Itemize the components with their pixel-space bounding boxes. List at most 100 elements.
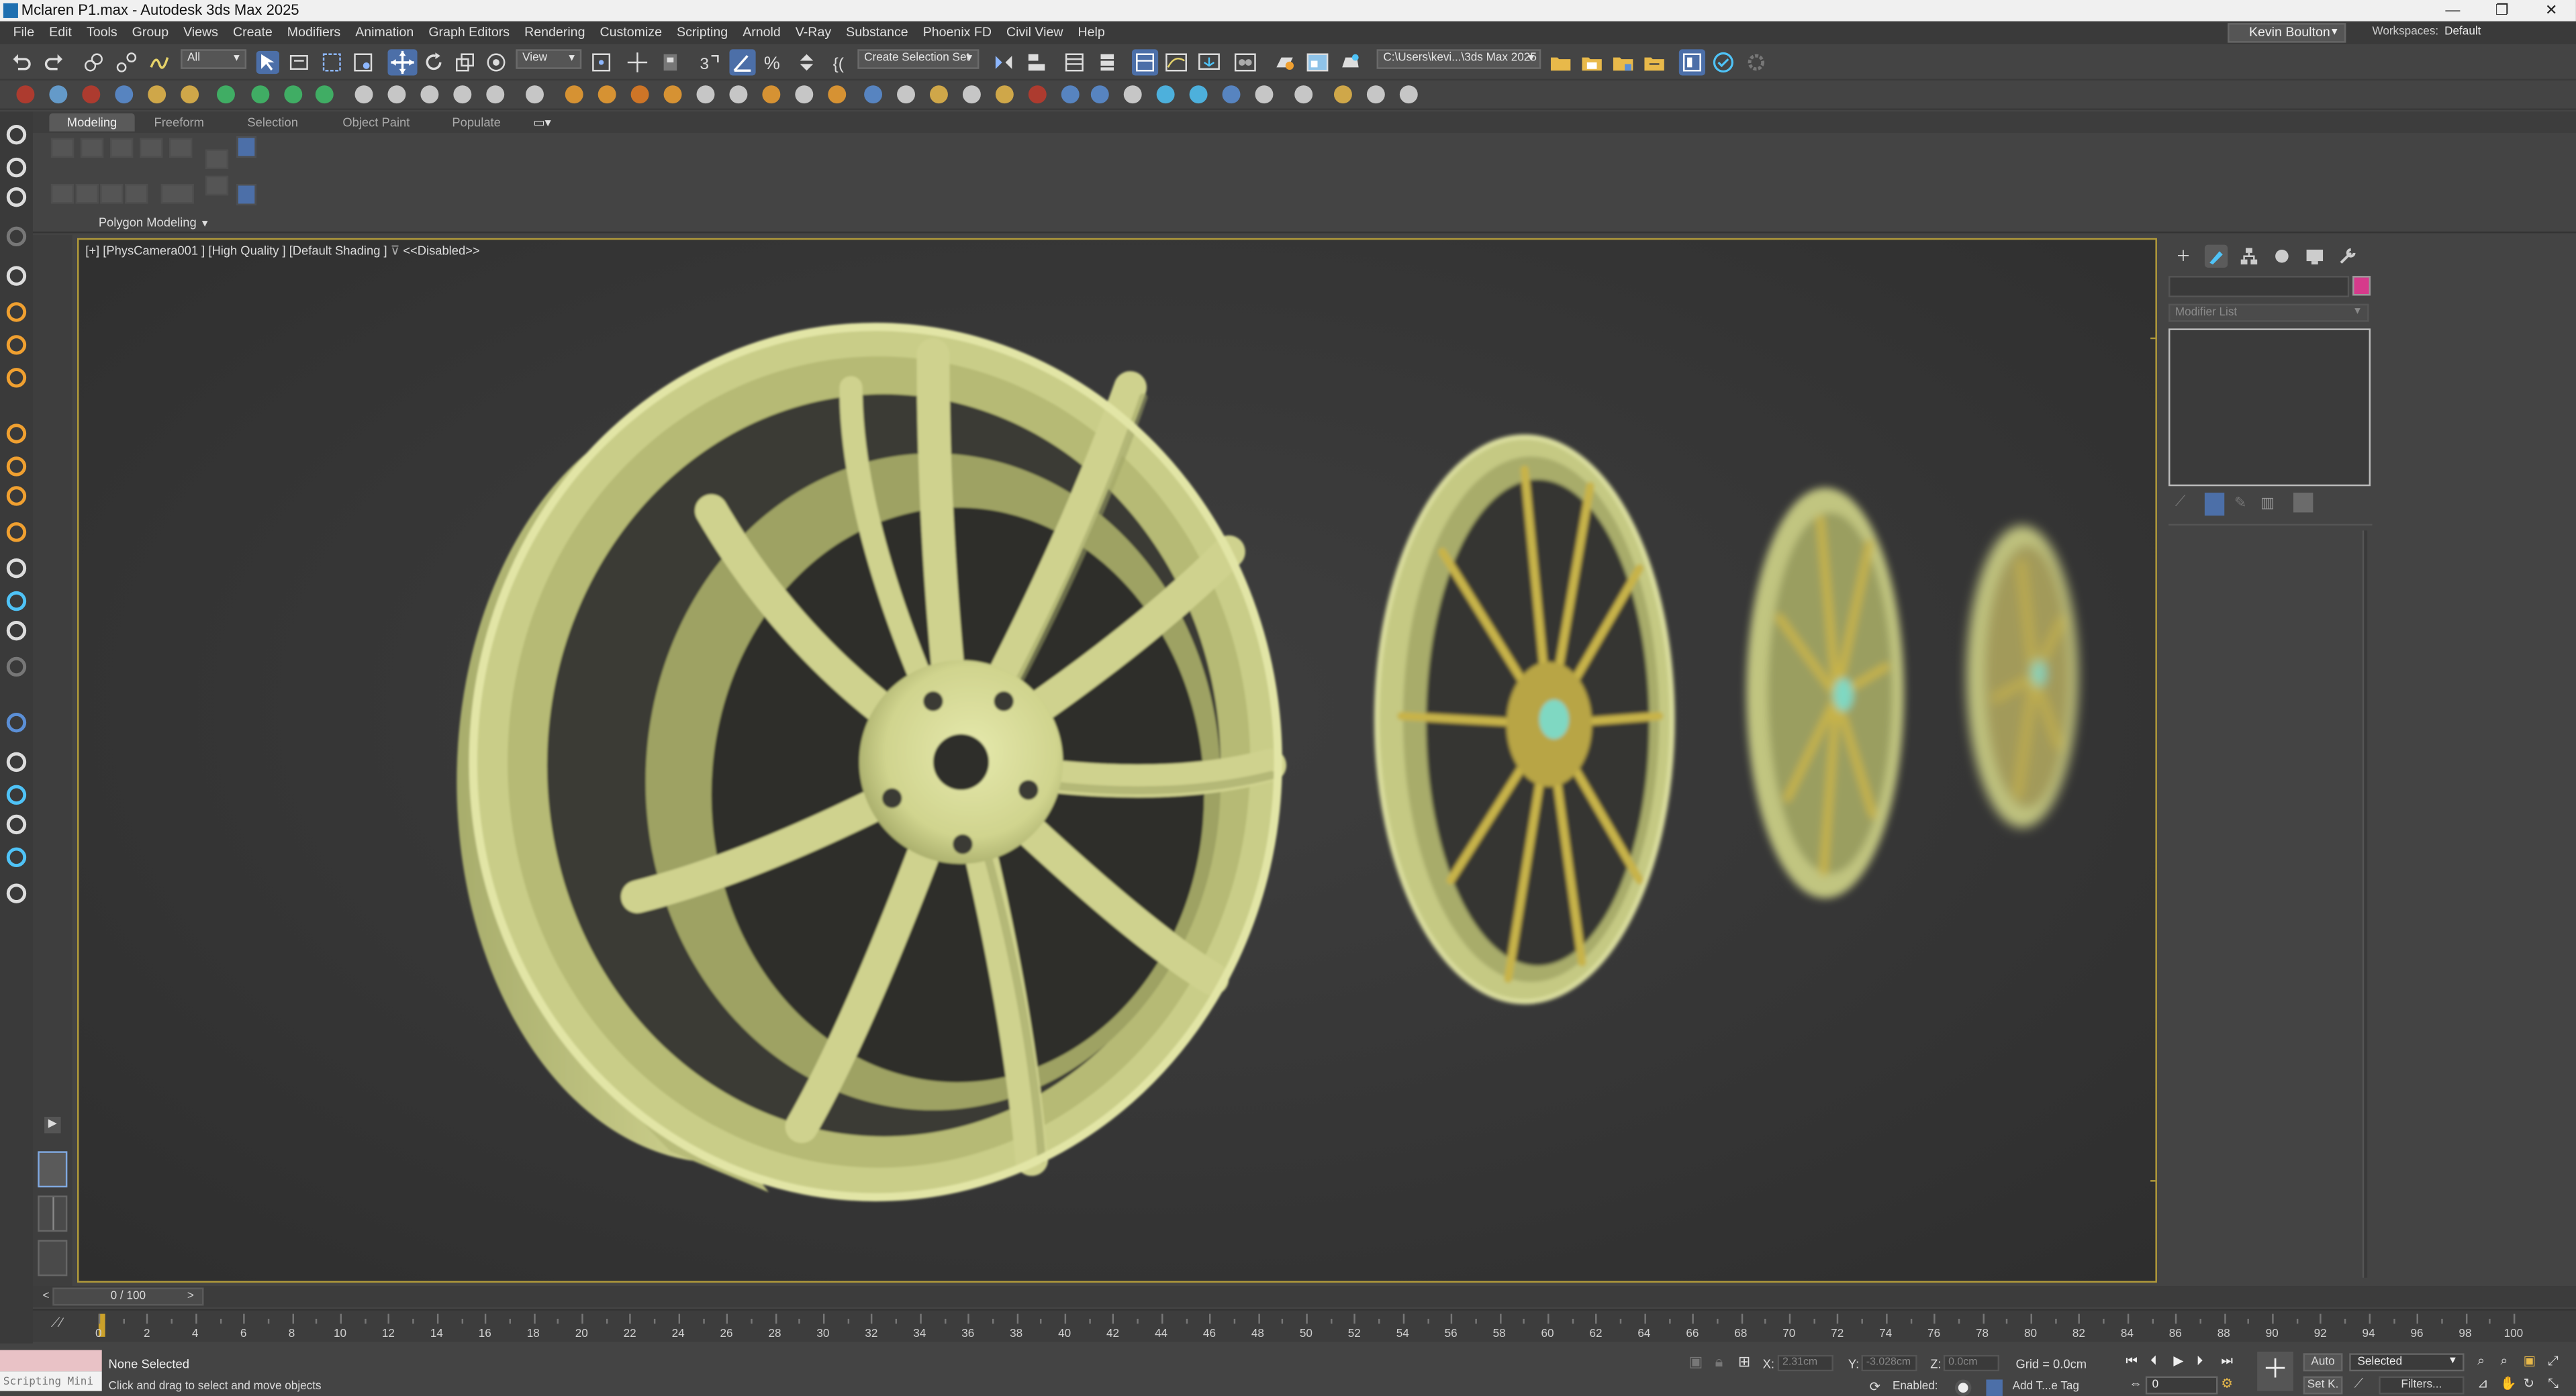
hand-icon[interactable]	[6, 124, 27, 145]
vray-clipper-icon[interactable]	[1028, 85, 1047, 104]
show-end-result-icon[interactable]	[2204, 493, 2225, 516]
select-and-move-icon[interactable]	[387, 49, 418, 76]
zoom-extents-icon[interactable]: ▣	[2524, 1353, 2536, 1368]
ribbon-tool-button[interactable]	[100, 184, 124, 204]
tab-freeform[interactable]: Freeform	[138, 113, 220, 132]
render-region-icon[interactable]	[453, 85, 472, 104]
open-folder-icon[interactable]	[1580, 51, 1603, 74]
project-folder-dropdown[interactable]: C:\Users\kevi...\3ds Max 2025 ▼	[1376, 49, 1541, 69]
align-icon[interactable]	[1025, 51, 1048, 74]
key-tangent-icon[interactable]: ⟋	[2354, 1377, 2364, 1393]
ribbon-stack-icon[interactable]	[236, 184, 256, 205]
set-key-button[interactable]: Set K.	[2303, 1376, 2343, 1395]
time-configuration-icon[interactable]: ⚙	[2221, 1377, 2233, 1391]
vray-proxy-icon[interactable]	[962, 85, 981, 104]
key-filter-dropdown[interactable]: Selected ▼	[2349, 1353, 2465, 1372]
unlink-selection-icon[interactable]	[115, 51, 138, 74]
ribbon-tool-button[interactable]	[160, 184, 194, 204]
field-of-view-icon[interactable]: ⊿	[2477, 1377, 2488, 1391]
sun-positioner-icon[interactable]	[6, 522, 27, 542]
render-production-icon[interactable]	[1339, 51, 1362, 74]
arnold-render-icon[interactable]	[16, 85, 35, 104]
selection-filter-dropdown[interactable]: All ▼	[181, 49, 247, 69]
spinner-snap-toggle-icon[interactable]	[795, 51, 818, 74]
pause-ipr-icon[interactable]	[387, 85, 406, 104]
select-object-icon[interactable]	[256, 50, 279, 74]
add-time-tag[interactable]: Add T...e Tag	[2013, 1381, 2079, 1393]
phoenix-liquid-icon[interactable]	[663, 85, 682, 104]
utilities-icon[interactable]	[2336, 245, 2359, 268]
tab-modeling[interactable]: Modeling	[49, 113, 135, 132]
menu-arnold[interactable]: Arnold	[736, 21, 789, 44]
mini-curve-editor-icon[interactable]: ⟋∕	[51, 1315, 70, 1332]
reference-coordinate-dropdown[interactable]: View ▼	[516, 49, 582, 69]
sync-check-icon[interactable]	[1712, 51, 1735, 74]
close-button[interactable]: ✕	[2526, 0, 2575, 21]
make-unique-icon[interactable]: ✎	[2234, 495, 2254, 514]
auto-key-button[interactable]: Auto	[2303, 1353, 2343, 1372]
layout-split-icon[interactable]	[38, 1195, 68, 1232]
play-ipr-icon[interactable]	[354, 85, 373, 104]
vray-cloud-icon[interactable]	[1189, 85, 1208, 104]
tab-object-paint[interactable]: Object Paint	[326, 113, 428, 132]
current-frame-field[interactable]: 0	[2145, 1376, 2218, 1395]
time-slider-thumb[interactable]: 0 / 100	[52, 1287, 204, 1306]
tab-selection[interactable]: Selection	[230, 113, 316, 132]
sun-icon[interactable]	[6, 368, 27, 388]
measure-icon[interactable]	[6, 620, 27, 641]
ribbon-tool-button[interactable]	[124, 184, 148, 204]
camera-icon[interactable]	[6, 187, 27, 207]
film-icon[interactable]	[6, 266, 27, 286]
ribbon-tool-button[interactable]	[80, 138, 104, 158]
vray-scale-icon[interactable]	[284, 85, 303, 104]
phoenix-foam-icon[interactable]	[795, 85, 814, 104]
select-by-name-icon[interactable]	[287, 51, 310, 74]
workspaces-dropdown[interactable]: Default	[2438, 23, 2570, 43]
archive-folder-icon[interactable]	[1643, 51, 1666, 74]
vray-mesh-icon[interactable]	[995, 85, 1014, 104]
settings-gear-icon[interactable]	[1745, 51, 1768, 74]
track-bar[interactable]: ⟋∕ 0 2 4 6 8 10 12 14 16 18 20 22 24 26 28 30 32 34 36 38 40…	[32, 1309, 2576, 1342]
material-editor-icon[interactable]	[1234, 51, 1257, 74]
dome-light-icon[interactable]	[6, 335, 27, 355]
restore-button[interactable]: ❐	[2477, 0, 2526, 21]
shape-icon[interactable]	[6, 712, 27, 733]
snaps-toggle-icon[interactable]: 3	[698, 51, 721, 74]
menu-tools[interactable]: Tools	[80, 21, 126, 44]
render-preview-icon[interactable]	[6, 814, 27, 835]
user-account-dropdown[interactable]: Kevin Boulton ▼	[2228, 23, 2346, 43]
orbit-icon[interactable]	[6, 157, 27, 178]
create-icon[interactable]: ＋	[2172, 245, 2195, 268]
tab-populate[interactable]: Populate	[437, 113, 516, 132]
ribbon-pin-icon[interactable]	[236, 136, 256, 158]
menu-graph-editors[interactable]: Graph Editors	[422, 21, 518, 44]
redo-icon[interactable]	[43, 51, 66, 74]
vray-add-icon[interactable]	[217, 85, 235, 104]
go-to-start-icon[interactable]: ⏮	[2126, 1353, 2138, 1369]
ribbon-tool-button[interactable]	[205, 149, 229, 170]
x-coordinate-field[interactable]: 2.31cm	[1777, 1354, 1833, 1372]
toggle-scene-explorer-icon[interactable]	[1063, 51, 1086, 74]
menu-rendering[interactable]: Rendering	[518, 21, 593, 44]
omni-light-icon[interactable]	[6, 456, 27, 477]
clear-icon[interactable]	[486, 85, 505, 104]
zoom-icon[interactable]: ⌕	[2477, 1353, 2485, 1369]
orbit-icon[interactable]: ↻	[2524, 1377, 2534, 1391]
vray-move-icon[interactable]	[251, 85, 270, 104]
phoenix-forces-icon[interactable]	[729, 85, 748, 104]
previous-frame-icon[interactable]: ⏴	[2150, 1353, 2157, 1369]
project-folder-icon[interactable]	[1549, 51, 1572, 74]
arnold-standin-icon[interactable]	[115, 85, 134, 104]
pan-view-icon[interactable]: ✋	[2500, 1377, 2516, 1391]
vray-settings-icon[interactable]	[1255, 85, 1274, 104]
named-selection-dropdown[interactable]: Create Selection Set ▼	[857, 49, 980, 69]
previous-frame-arrow-icon[interactable]: <	[40, 1287, 53, 1305]
menu-modifiers[interactable]: Modifiers	[281, 21, 348, 44]
object-name-field[interactable]	[2168, 276, 2350, 297]
pivot-center-icon[interactable]	[589, 51, 612, 74]
window-crossing-icon[interactable]	[352, 51, 375, 74]
menu-phoenix-fd[interactable]: Phoenix FD	[916, 21, 1000, 44]
helper-icon[interactable]	[6, 656, 27, 677]
phoenix-sim-icon[interactable]	[696, 85, 715, 104]
phoenix-ocean-icon[interactable]	[762, 85, 781, 104]
